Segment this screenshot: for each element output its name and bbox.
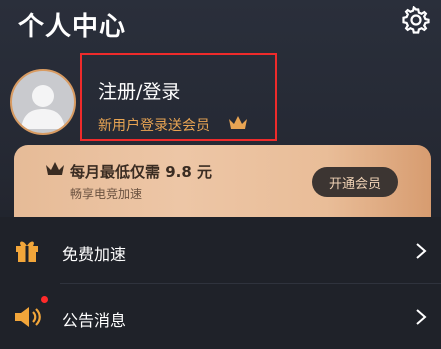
open-membership-button[interactable]: 开通会员 xyxy=(312,167,398,197)
chevron-right-icon xyxy=(416,243,427,259)
gear-icon[interactable] xyxy=(402,6,430,34)
menu-item-label: 免费加速 xyxy=(62,245,127,264)
menu-item-label: 公告消息 xyxy=(62,311,127,330)
speaker-icon xyxy=(15,307,41,327)
crown-icon xyxy=(46,162,64,175)
notification-badge xyxy=(41,296,48,303)
default-avatar-icon xyxy=(21,85,65,129)
page-title: 个人中心 xyxy=(18,12,127,42)
list-item-announcements[interactable]: 公告消息 xyxy=(0,285,441,349)
vip-subtitle: 畅享电竞加速 xyxy=(70,187,143,201)
chevron-right-icon xyxy=(416,309,427,325)
new-user-promo-text: 新用户登录送会员 xyxy=(98,118,210,134)
list-item-free-boost[interactable]: 免费加速 xyxy=(0,219,441,283)
login-register-link[interactable]: 注册/登录 xyxy=(98,77,180,104)
crown-icon xyxy=(229,116,247,129)
divider xyxy=(60,283,441,284)
gift-icon xyxy=(16,241,38,262)
avatar[interactable] xyxy=(10,69,76,135)
vip-price-title: 每月最低仅需 9.8 元 xyxy=(70,163,213,181)
